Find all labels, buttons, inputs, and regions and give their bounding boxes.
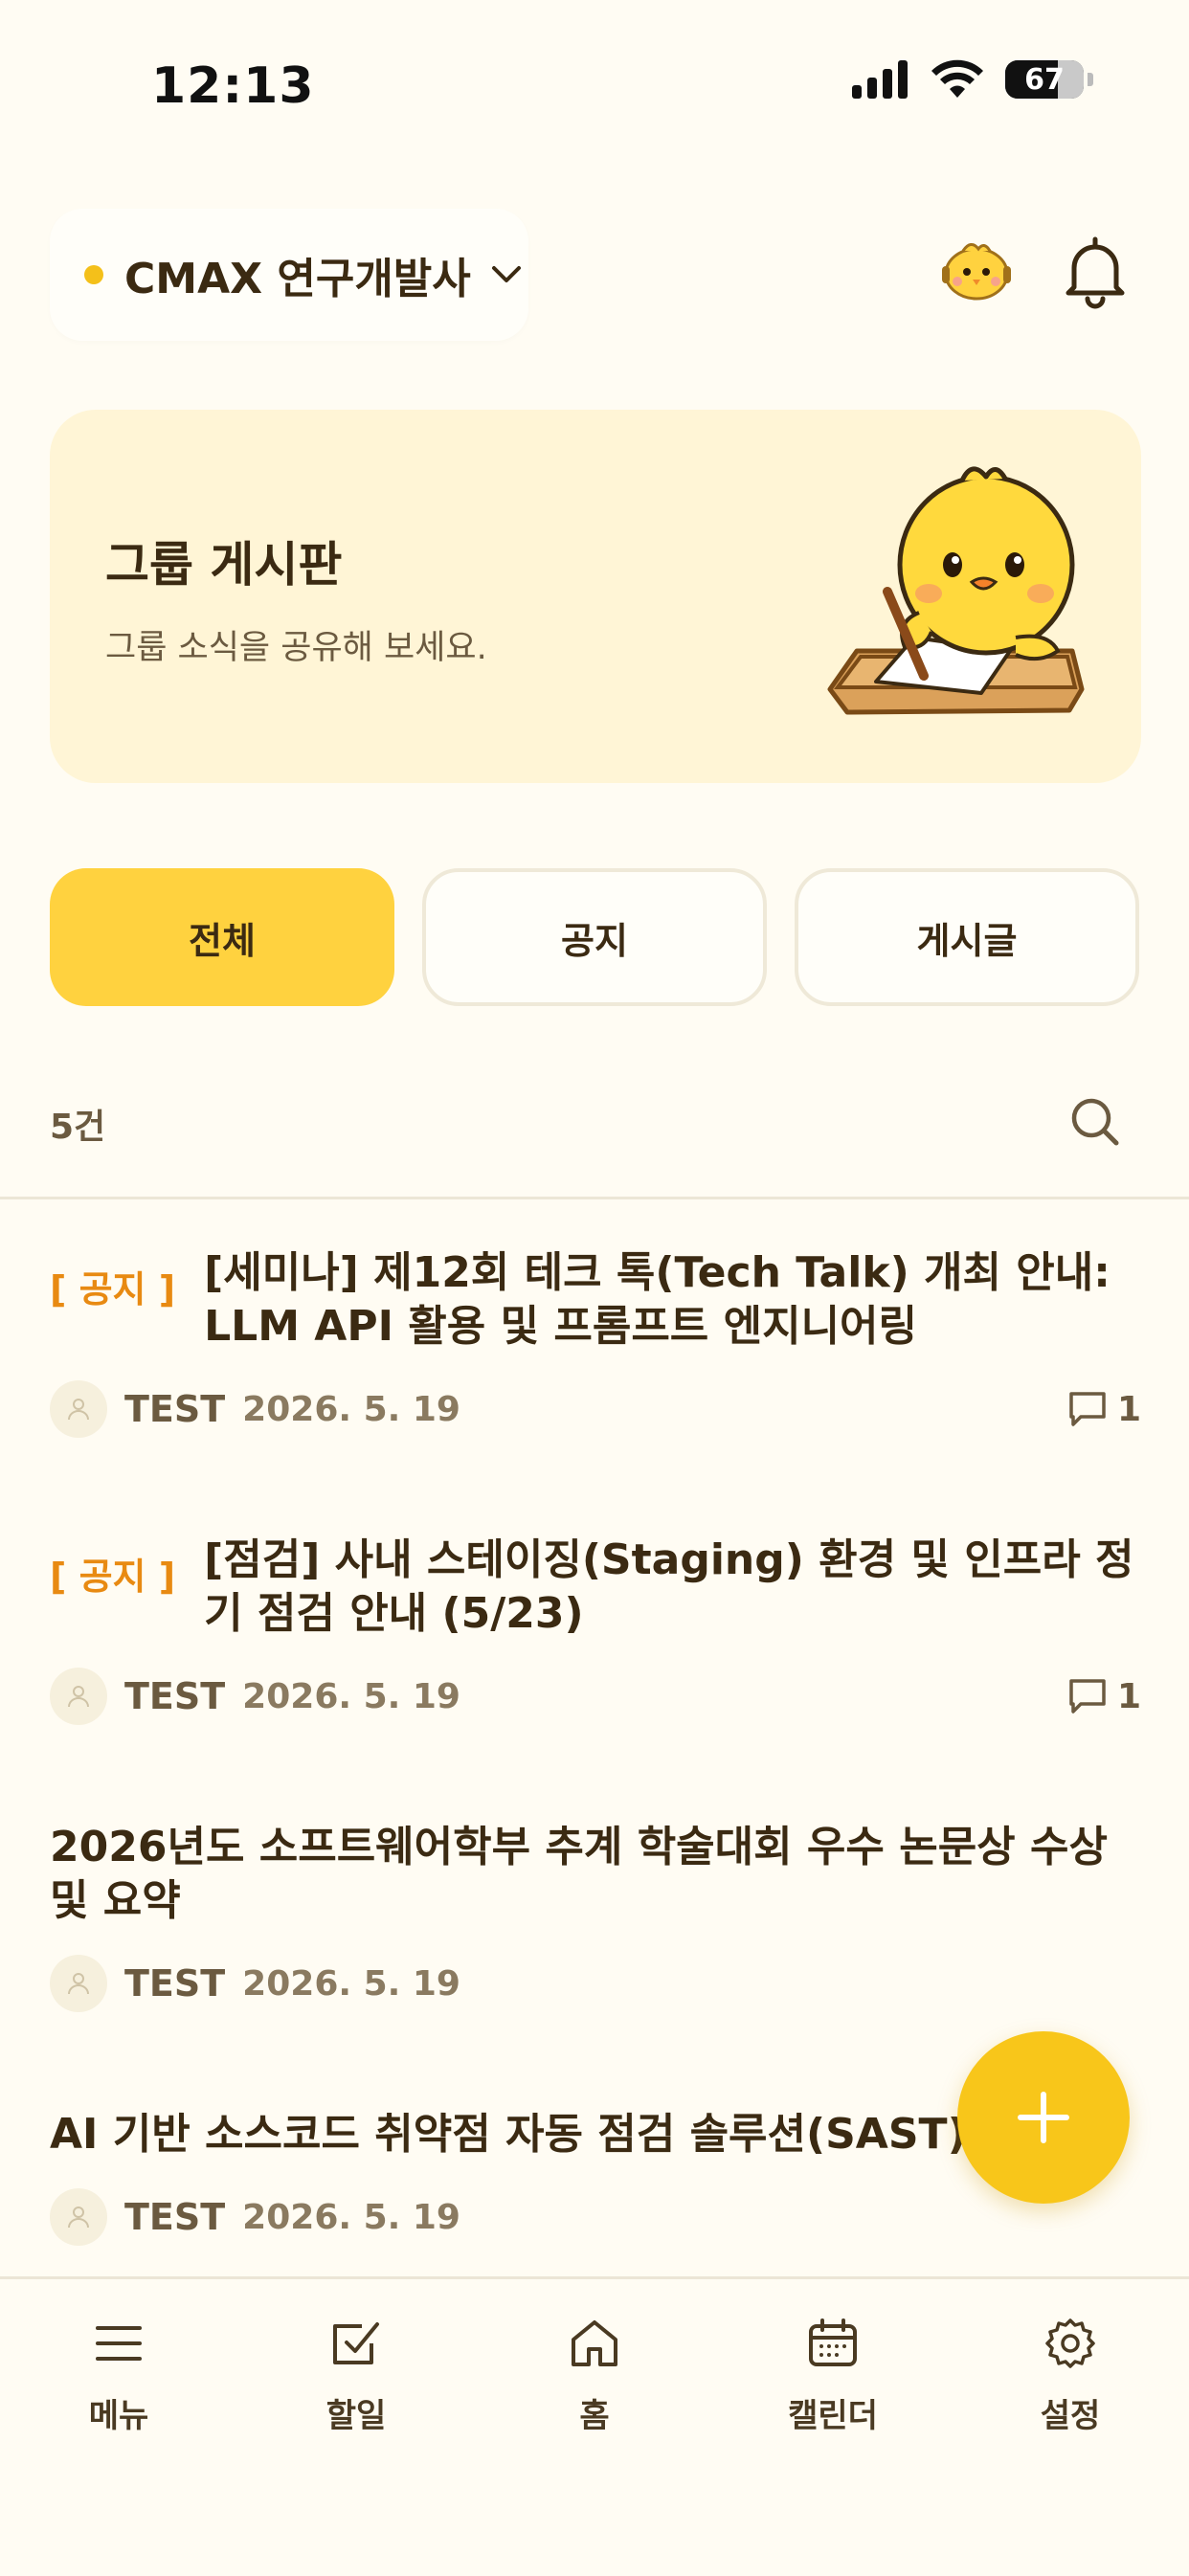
battery-level: 67 — [1024, 62, 1065, 97]
comment-count-value: 1 — [1116, 1676, 1141, 1716]
notification-button[interactable] — [1061, 234, 1130, 310]
comment-count-value: 1 — [1116, 1389, 1141, 1429]
nav-label: 캘린더 — [788, 2397, 878, 2435]
post-count: 5건 — [50, 1108, 106, 1147]
post-title: AI 기반 소스코드 취약점 자동 점검 솔루션(SAST) 도입 안 — [50, 2110, 1112, 2159]
new-post-button[interactable] — [957, 2031, 1130, 2204]
nav-item-home[interactable]: 홈 — [518, 2317, 671, 2436]
post-date: 2026. 5. 19 — [242, 1676, 460, 1716]
group-status-dot — [84, 265, 103, 284]
nav-item-settings[interactable]: 설정 — [994, 2317, 1147, 2436]
tab-notice[interactable]: 공지 — [422, 868, 767, 1006]
avatar — [50, 1955, 107, 2012]
user-icon — [68, 1686, 89, 1708]
wifi-icon — [931, 59, 983, 98]
calendar-icon — [809, 2318, 857, 2366]
mascot-icon — [942, 243, 1011, 301]
list-divider — [0, 1197, 1189, 1199]
mascot-chat-button[interactable] — [936, 230, 1017, 310]
nav-item-calendar[interactable]: 캘린더 — [756, 2317, 909, 2436]
group-selector[interactable]: CMAX 연구개발사 — [50, 209, 528, 341]
status-time: 12:13 — [151, 57, 315, 115]
post-author: TEST — [124, 1675, 226, 1717]
nav-label: 설정 — [1040, 2397, 1101, 2435]
comment-icon — [1069, 1392, 1106, 1426]
post-title: 2026년도 소프트웨어학부 추계 학술대회 우수 논문상 수상 및 요약 — [50, 1823, 1108, 1925]
avatar — [50, 1380, 107, 1438]
battery-indicator: 67 — [1005, 60, 1084, 99]
post-date: 2026. 5. 19 — [242, 2197, 460, 2237]
nav-label: 홈 — [579, 2397, 610, 2435]
post-title: [세미나] 제12회 테크 톡(Tech Talk) 개최 안내: LLM AP… — [204, 1248, 1110, 1351]
post-item[interactable]: [ 공지 ] [세미나] 제12회 테크 톡(Tech Talk) 개최 안내:… — [50, 1246, 1141, 1438]
post-author: TEST — [124, 2196, 226, 2238]
user-icon — [68, 1399, 89, 1421]
search-icon — [1071, 1098, 1119, 1146]
nav-item-menu[interactable]: 메뉴 — [42, 2317, 195, 2436]
post-title: [점검] 사내 스테이징(Staging) 환경 및 인프라 정기 점검 안내 … — [204, 1535, 1134, 1638]
plus-icon — [1018, 2092, 1069, 2143]
banner-title: 그룹 게시판 — [105, 537, 343, 593]
bell-icon — [1066, 236, 1125, 309]
status-icons: 67 — [850, 59, 1093, 100]
home-icon — [572, 2320, 617, 2366]
comment-count: 1 — [1067, 1390, 1141, 1429]
signal-icon — [852, 60, 908, 99]
user-icon — [68, 2206, 89, 2229]
notice-badge: [ 공지 ] — [50, 1268, 176, 1310]
comment-count: 1 — [1067, 1677, 1141, 1716]
search-button[interactable] — [1068, 1095, 1122, 1149]
gear-icon — [1045, 2318, 1095, 2368]
tab-posts[interactable]: 게시글 — [795, 868, 1139, 1006]
chevron-down-icon — [491, 266, 521, 282]
avatar — [50, 1668, 107, 1725]
post-date: 2026. 5. 19 — [242, 1389, 460, 1429]
writing-chick-illustration — [827, 466, 1085, 715]
nav-item-todo[interactable]: 할일 — [280, 2317, 433, 2436]
checkbox-icon — [333, 2322, 379, 2364]
group-name: CMAX 연구개발사 — [124, 255, 471, 303]
tab-all[interactable]: 전체 — [50, 868, 394, 1006]
post-item[interactable]: 2026년도 소프트웨어학부 추계 학술대회 우수 논문상 수상 및 요약 TE… — [50, 1821, 1141, 2012]
post-author: TEST — [124, 1388, 226, 1430]
avatar — [50, 2188, 107, 2246]
banner-subtitle: 그룹 소식을 공유해 보세요. — [105, 629, 487, 667]
comment-icon — [1069, 1679, 1106, 1714]
nav-label: 할일 — [325, 2397, 387, 2435]
post-date: 2026. 5. 19 — [242, 1963, 460, 2004]
user-icon — [68, 1973, 89, 1995]
menu-icon — [96, 2326, 142, 2361]
notice-badge: [ 공지 ] — [50, 1556, 176, 1598]
post-item[interactable]: [ 공지 ] [점검] 사내 스테이징(Staging) 환경 및 인프라 정기… — [50, 1534, 1141, 1725]
post-author: TEST — [124, 1962, 226, 2005]
nav-label: 메뉴 — [88, 2397, 149, 2435]
